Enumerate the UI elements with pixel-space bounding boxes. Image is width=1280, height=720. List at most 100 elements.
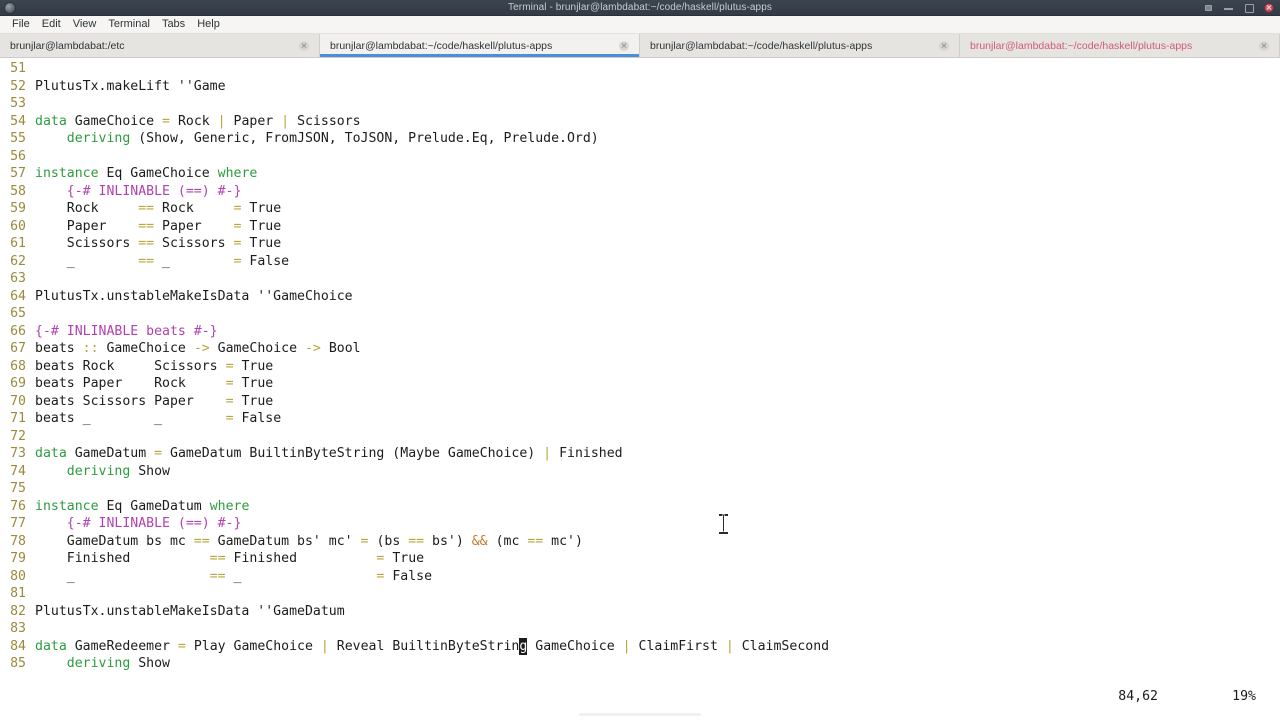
code-token: instance <box>35 498 99 514</box>
line-number: 81 <box>10 586 26 601</box>
line-number: 59 <box>10 201 26 216</box>
line-number: 58 <box>10 183 26 199</box>
line-number: 56 <box>10 148 26 164</box>
code-token: False <box>241 253 290 269</box>
code-token: | <box>622 638 631 654</box>
code-token: _ <box>35 568 210 584</box>
code-token: Rock <box>170 113 218 129</box>
menu-item-edit[interactable]: Edit <box>36 16 67 33</box>
line-number: 77 <box>10 516 26 531</box>
terminal-tabbar: brunjlar@lambdabat:/etc brunjlar@lambdab… <box>0 34 1280 58</box>
code-token: -> <box>193 341 210 356</box>
line-number: 51 <box>10 61 26 76</box>
code-line: 60 Paper == Paper = True <box>0 218 1280 236</box>
close-window-icon[interactable] <box>1264 2 1274 13</box>
code-token: = <box>225 358 234 374</box>
code-token: deriving <box>66 656 131 671</box>
close-tab-icon[interactable] <box>1259 40 1269 51</box>
code-line: 53 <box>0 95 1280 113</box>
code-line: 56 <box>0 148 1280 166</box>
code-line: 75 <box>0 480 1280 498</box>
close-tab-icon[interactable] <box>619 40 629 51</box>
code-token: (bs <box>368 533 409 549</box>
code-line: 57 instance Eq GameChoice where <box>0 165 1280 183</box>
code-line: 63 <box>0 270 1280 288</box>
code-token: = <box>162 113 170 129</box>
menu-item-tabs[interactable]: Tabs <box>156 16 191 33</box>
code-token: Paper <box>154 218 234 234</box>
line-number: 84 <box>10 638 26 654</box>
menu-item-terminal[interactable]: Terminal <box>102 16 156 33</box>
code-line: 51 <box>0 60 1280 78</box>
code-token: Eq GameDatum <box>98 498 210 514</box>
line-number: 67 <box>10 341 26 356</box>
code-token: True <box>241 201 282 216</box>
code-line: 55 deriving (Show, Generic, FromJSON, To… <box>0 130 1280 148</box>
minimize-window-icon[interactable] <box>1224 3 1233 12</box>
scroll-percent: 19% <box>1232 689 1256 705</box>
line-number: 78 <box>10 533 26 549</box>
code-token: PlutusTx.unstableMakeIsData ''GameDatum <box>35 603 345 619</box>
code-token: :: <box>82 341 99 356</box>
code-line: 59 Rock == Rock = True <box>0 200 1280 218</box>
code-token: = <box>225 411 234 426</box>
code-line: 70 beats Scissors Paper = True <box>0 393 1280 411</box>
code-token: -> <box>304 341 321 356</box>
code-token: deriving <box>66 131 131 146</box>
code-token: True <box>233 376 274 391</box>
maximize-window-icon[interactable] <box>1244 3 1254 13</box>
cursor-position: 84,62 <box>1118 689 1158 705</box>
code-token: True <box>384 551 425 566</box>
terminal-tab-3[interactable]: brunjlar@lambdabat:~/code/haskell/plutus… <box>640 34 960 57</box>
window-titlebar[interactable]: Terminal - brunjlar@lambdabat:~/code/has… <box>0 0 1280 16</box>
line-number: 75 <box>10 481 26 496</box>
menu-item-view[interactable]: View <box>67 16 103 33</box>
code-token: Scissors <box>35 236 139 251</box>
code-token: == <box>209 568 226 584</box>
editor-statusline: 84,62 19% <box>0 688 1280 706</box>
code-token: PlutusTx.unstableMakeIsData ''GameChoice <box>35 288 353 304</box>
code-token: Finished <box>35 551 210 566</box>
code-token: == <box>138 218 155 234</box>
line-number: 61 <box>10 236 26 251</box>
tab-label: brunjlar@lambdabat:/etc <box>10 39 125 52</box>
menu-item-help[interactable]: Help <box>191 16 226 33</box>
code-token: Show <box>130 463 170 479</box>
terminal-viewport[interactable]: 51 52 PlutusTx.makeLift ''Game 53 54 data Gam… <box>0 58 1280 720</box>
code-editor-buffer[interactable]: 51 52 PlutusTx.makeLift ''Game 53 54 data Gam… <box>0 60 1280 673</box>
line-number: 57 <box>10 166 26 181</box>
line-number: 55 <box>10 131 26 146</box>
code-token: beats Paper Rock <box>35 376 226 391</box>
code-token: ClaimFirst <box>630 638 726 654</box>
line-number: 60 <box>10 218 26 234</box>
line-number: 63 <box>10 271 26 286</box>
terminal-tab-2[interactable]: brunjlar@lambdabat:~/code/haskell/plutus… <box>320 34 640 57</box>
code-token: == <box>209 551 226 566</box>
resize-grip[interactable] <box>579 713 701 716</box>
code-line: 62 _ == _ = False <box>0 253 1280 271</box>
close-tab-icon[interactable] <box>299 40 309 51</box>
terminal-tab-4[interactable]: brunjlar@lambdabat:~/code/haskell/plutus… <box>960 34 1280 57</box>
tab-label: brunjlar@lambdabat:~/code/haskell/plutus… <box>650 39 873 52</box>
line-number: 85 <box>10 656 26 671</box>
code-token: True <box>233 393 274 409</box>
window-bottom-strip <box>0 706 1280 720</box>
code-line: 61 Scissors == Scissors = True <box>0 235 1280 253</box>
line-number: 64 <box>10 288 26 304</box>
menu-item-file[interactable]: File <box>6 16 36 33</box>
shade-window-icon[interactable] <box>1204 3 1213 12</box>
code-token: data <box>35 638 67 654</box>
close-tab-icon[interactable] <box>939 40 949 51</box>
terminal-tab-1[interactable]: brunjlar@lambdabat:/etc <box>0 34 320 57</box>
line-number: 70 <box>10 393 26 409</box>
code-token: Finished <box>225 551 377 566</box>
code-token: _ <box>35 253 139 269</box>
code-token: = <box>177 638 186 654</box>
line-number: 65 <box>10 306 26 321</box>
code-token: PlutusTx.makeLift ''Game <box>35 78 226 94</box>
code-line: 72 <box>0 428 1280 446</box>
code-line: 82 PlutusTx.unstableMakeIsData ''GameDatu… <box>0 603 1280 621</box>
